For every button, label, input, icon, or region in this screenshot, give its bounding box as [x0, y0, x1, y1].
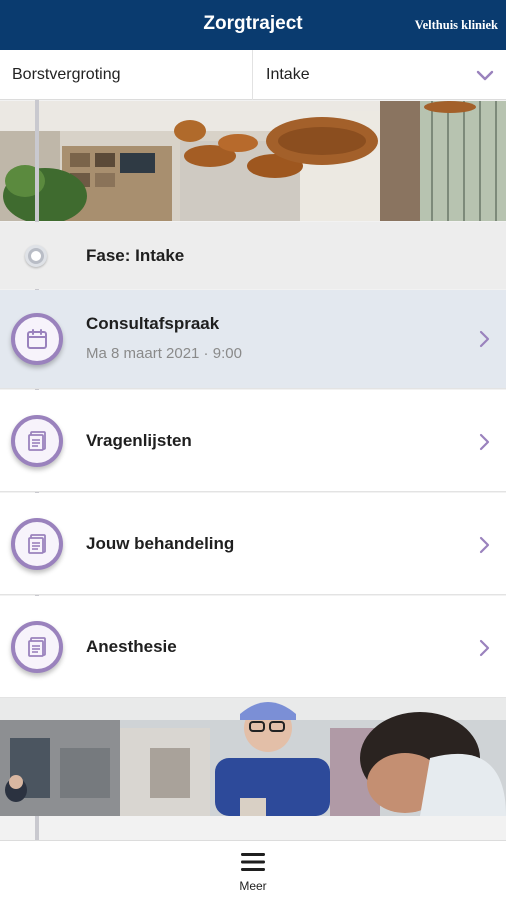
- document-icon: [11, 518, 63, 570]
- menu-label[interactable]: Meer: [0, 879, 506, 893]
- phase-dot-icon: [25, 245, 47, 267]
- row-title: Consultafspraak: [86, 314, 220, 333]
- row-title: Jouw behandeling: [86, 534, 235, 553]
- phase-label: Fase: Intake: [86, 246, 185, 265]
- chevron-right-icon: [479, 536, 490, 554]
- treatment-selector[interactable]: Borstvergroting: [12, 50, 121, 100]
- chevron-down-icon[interactable]: [476, 68, 494, 82]
- chevron-right-icon: [479, 330, 490, 348]
- chevron-right-icon: [479, 433, 490, 451]
- list-item-vragenlijsten[interactable]: Vragenlijsten: [0, 390, 506, 492]
- list-item-jouw-behandeling[interactable]: Jouw behandeling: [0, 493, 506, 595]
- chevron-right-icon: [479, 639, 490, 657]
- list-item-anesthesie[interactable]: Anesthesie: [0, 596, 506, 698]
- calendar-icon: [11, 313, 63, 365]
- appointment-datetime: Ma 8 maart 2021 · 9:00: [86, 345, 242, 362]
- phase-header: Fase: Intake: [0, 222, 506, 289]
- row-title: Vragenlijsten: [86, 431, 192, 450]
- selector-bar: Borstvergroting Intake: [0, 50, 506, 100]
- document-icon: [11, 621, 63, 673]
- selector-divider: [252, 50, 253, 100]
- document-icon: [11, 415, 63, 467]
- phase-selector[interactable]: Intake: [266, 50, 310, 100]
- clinic-interior-image: [0, 101, 506, 221]
- brand-logo: Velthuis kliniek: [414, 18, 498, 32]
- nurse-image: [0, 698, 506, 816]
- app-header: Zorgtraject Velthuis kliniek: [0, 0, 506, 50]
- list-item-consultafspraak[interactable]: Consultafspraak Ma 8 maart 2021 · 9:00: [0, 290, 506, 389]
- row-title: Anesthesie: [86, 637, 177, 656]
- menu-icon[interactable]: [241, 852, 265, 872]
- bottom-navigation: Meer: [0, 840, 506, 900]
